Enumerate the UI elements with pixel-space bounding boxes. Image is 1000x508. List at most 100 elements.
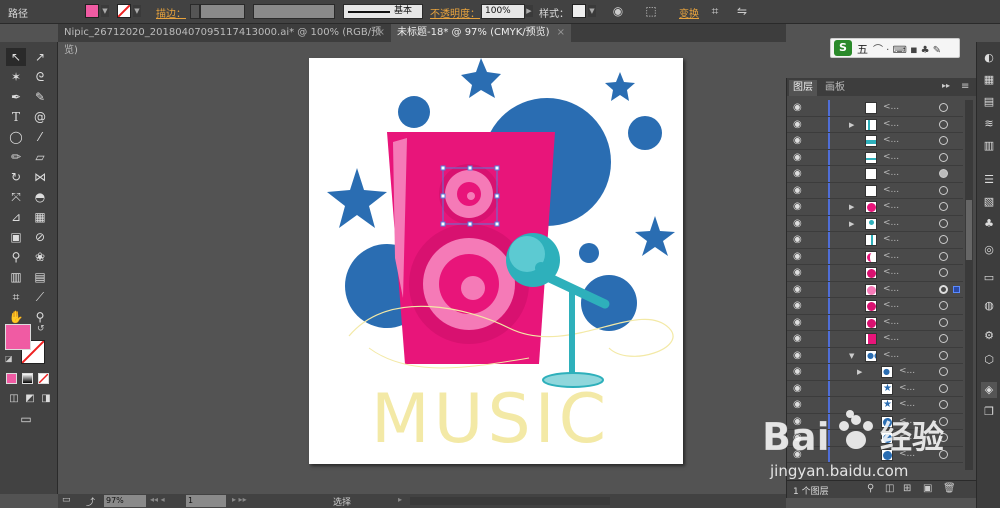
brush-definition-field[interactable]: 基本 xyxy=(343,4,423,19)
sogou-logo-icon[interactable]: S xyxy=(834,40,852,56)
visibility-eye-icon[interactable]: ◉ xyxy=(793,301,807,311)
panel-menu-icon[interactable]: ≡ xyxy=(961,81,969,92)
target-indicator-icon[interactable] xyxy=(939,235,948,244)
perspective-tool-icon[interactable]: ⊿ xyxy=(6,208,26,226)
blend-tool-icon[interactable]: ⚲ xyxy=(6,248,26,266)
share-icon[interactable]: ⤴ xyxy=(86,495,95,508)
symbols-panel-icon[interactable]: ♣ xyxy=(981,216,997,232)
tab-untitled-document[interactable]: 未标题-18* @ 97% (CMYK/预览) × xyxy=(391,24,571,42)
layer-name[interactable]: <... xyxy=(883,300,899,310)
selection-tool-icon[interactable]: ↖ xyxy=(6,48,26,66)
layer-row[interactable]: ◉ <... xyxy=(787,281,963,298)
layer-name[interactable]: <... xyxy=(883,251,899,261)
horizontal-scrollbar[interactable] xyxy=(410,497,610,505)
stroke-dropdown-icon[interactable]: ▼ xyxy=(133,5,141,17)
color-panel-icon[interactable]: ◐ xyxy=(981,50,997,66)
magic-wand-tool-icon[interactable]: ✶ xyxy=(6,68,26,86)
gradient-tool-icon[interactable]: ▣ xyxy=(6,228,26,246)
visibility-eye-icon[interactable]: ◉ xyxy=(793,268,807,278)
appearance-panel-icon[interactable]: ▭ xyxy=(981,270,997,286)
visibility-eye-icon[interactable]: ◉ xyxy=(793,119,807,130)
target-indicator-icon[interactable] xyxy=(939,185,948,195)
layer-name[interactable]: <... xyxy=(883,218,899,228)
tab-layers[interactable]: 图层 xyxy=(789,80,817,96)
artboard-nav-next-icons[interactable]: ▸ ▸▸ xyxy=(232,495,247,504)
layer-row[interactable]: ◉ <... xyxy=(787,331,963,348)
free-transform-tool-icon[interactable]: ⤧ xyxy=(6,188,26,206)
layers-scrollbar[interactable] xyxy=(965,100,973,470)
target-indicator-icon[interactable] xyxy=(939,251,948,261)
target-indicator-icon[interactable] xyxy=(939,103,948,112)
fill-swatch[interactable] xyxy=(85,4,99,18)
variable-width-profile[interactable] xyxy=(253,4,335,19)
visibility-eye-icon[interactable]: ◉ xyxy=(793,218,807,229)
panel-collapse-icon[interactable]: ▸▸ xyxy=(942,81,950,90)
layer-name[interactable]: <... xyxy=(883,135,899,145)
spiral-tool-icon[interactable]: @ xyxy=(30,108,50,126)
pencil-tool-icon[interactable]: ✏ xyxy=(6,148,26,166)
visibility-eye-icon[interactable]: ◉ xyxy=(793,136,807,146)
stroke-stepper[interactable] xyxy=(190,4,200,19)
isolate-icon[interactable]: ⌗ xyxy=(707,3,723,19)
artboard[interactable]: MUSIC xyxy=(309,58,683,464)
layer-row[interactable]: ◉ ▼ ●● <... xyxy=(787,347,963,364)
status-dropdown-icon[interactable]: ▸ xyxy=(398,495,402,504)
layer-row[interactable]: ◉ <... xyxy=(787,166,963,183)
layer-name[interactable]: <... xyxy=(883,102,899,112)
visibility-eye-icon[interactable]: ◉ xyxy=(793,317,807,328)
layer-name[interactable]: <... xyxy=(883,317,899,327)
default-colors-icon[interactable]: ◪ xyxy=(5,354,13,363)
layer-row[interactable]: ◉ ▶ ● <... xyxy=(787,364,963,381)
layer-name[interactable]: <... xyxy=(883,152,899,162)
recolor-artwork-icon[interactable]: ◉ xyxy=(610,3,626,19)
layer-row[interactable]: ◉ ▶ <... xyxy=(787,215,963,232)
none-mode-icon[interactable] xyxy=(38,373,49,384)
target-indicator-icon[interactable] xyxy=(939,334,948,343)
layer-row[interactable]: ◉ <... xyxy=(787,265,963,282)
fill-color-box[interactable] xyxy=(5,324,31,350)
layer-name[interactable]: <... xyxy=(883,234,899,244)
opacity-label[interactable]: 不透明度： xyxy=(430,5,480,20)
eyedropper-tool-icon[interactable]: ⊘ xyxy=(30,228,50,246)
layer-row[interactable]: ◉ <... xyxy=(787,100,963,117)
ellipse-tool-icon[interactable]: ◯ xyxy=(6,128,26,146)
visibility-eye-icon[interactable]: ◉ xyxy=(793,103,807,113)
swap-fill-stroke-icon[interactable]: ↺ xyxy=(37,324,45,334)
visibility-eye-icon[interactable]: ◉ xyxy=(793,235,807,245)
expand-toggle-icon[interactable]: ▶ xyxy=(857,368,862,376)
opacity-field[interactable]: 100% xyxy=(481,4,525,19)
style-swatch[interactable] xyxy=(572,4,586,18)
screen-mode-icon[interactable]: ▭ xyxy=(16,410,36,428)
target-indicator-icon[interactable] xyxy=(939,268,948,277)
pen-tool-icon[interactable]: ✒ xyxy=(6,88,26,106)
target-indicator-icon[interactable] xyxy=(939,301,948,310)
align-panel-icon[interactable]: ⚙ xyxy=(981,328,997,344)
color-mode-icon[interactable] xyxy=(6,373,17,384)
eraser-tool-icon[interactable]: ▱ xyxy=(30,148,50,166)
stroke-panel-icon[interactable]: ☰ xyxy=(981,172,997,188)
style-dropdown-icon[interactable]: ▼ xyxy=(588,5,596,17)
target-indicator-icon[interactable] xyxy=(939,284,948,294)
close-icon[interactable]: × xyxy=(377,24,385,42)
visibility-eye-icon[interactable]: ◉ xyxy=(793,185,807,196)
layer-name[interactable]: <... xyxy=(883,350,899,360)
layer-row[interactable]: ◉ ▶ <... xyxy=(787,116,963,133)
artboard-tool-icon[interactable]: ⌗ xyxy=(6,288,26,306)
expand-toggle-icon[interactable]: ▶ xyxy=(849,121,854,129)
tab-nipic-document[interactable]: Nipic_26712020_20180407095117413000.ai* … xyxy=(58,24,391,56)
layer-name[interactable]: <... xyxy=(883,333,899,343)
pathfinder-panel-icon[interactable]: ⬡ xyxy=(981,352,997,368)
layer-row[interactable]: ◉ <... xyxy=(787,149,963,166)
visibility-eye-icon[interactable]: ◉ xyxy=(793,350,807,361)
type-tool-icon[interactable]: T xyxy=(6,108,26,126)
layers-panel-icon[interactable]: ◈ xyxy=(981,382,997,398)
target-indicator-icon[interactable] xyxy=(939,367,948,376)
visibility-eye-icon[interactable]: ◉ xyxy=(793,169,807,179)
layer-row[interactable]: ◉ <... xyxy=(787,298,963,315)
target-indicator-icon[interactable] xyxy=(939,350,948,360)
visibility-eye-icon[interactable]: ◉ xyxy=(793,367,807,377)
fill-dropdown-icon[interactable]: ▼ xyxy=(101,5,109,17)
align-icon[interactable]: ⬚ xyxy=(643,3,659,19)
visibility-eye-icon[interactable]: ◉ xyxy=(793,152,807,163)
artboard-nav-icons[interactable]: ◂◂ ◂ xyxy=(150,495,165,504)
